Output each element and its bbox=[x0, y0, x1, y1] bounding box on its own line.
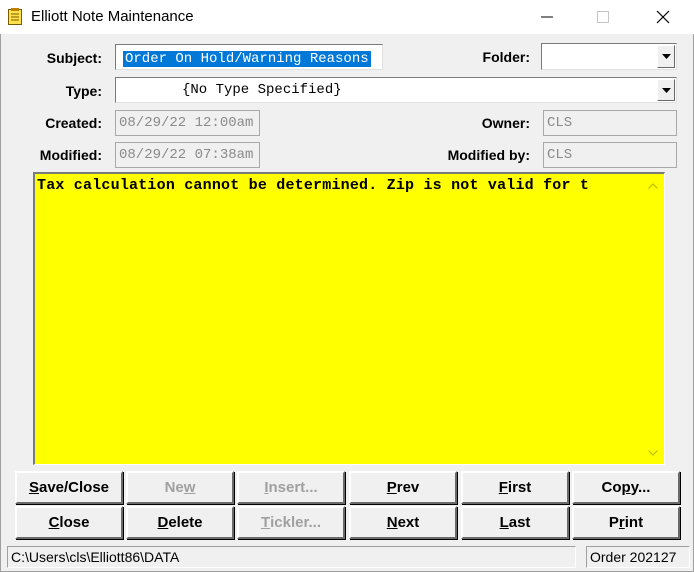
type-dropdown-button[interactable] bbox=[657, 79, 675, 101]
button-label-part: ext bbox=[397, 514, 420, 531]
subject-label: Subject: bbox=[46, 50, 102, 66]
modified-by-label: Modified by: bbox=[447, 147, 530, 163]
maximize-icon bbox=[597, 11, 609, 23]
note-scrollbar[interactable] bbox=[642, 174, 664, 464]
close-window-button[interactable] bbox=[640, 0, 686, 34]
button-label-accelerator: F bbox=[498, 479, 508, 496]
button-label-part: rev bbox=[396, 479, 420, 496]
owner-value: CLS bbox=[547, 115, 573, 131]
button-label-accelerator: N bbox=[386, 514, 398, 531]
modified-label: Modified: bbox=[39, 147, 102, 163]
button-label-accelerator: S bbox=[28, 479, 39, 496]
button-label-accelerator: C bbox=[48, 514, 60, 531]
chevron-down-icon[interactable] bbox=[648, 450, 658, 456]
folder-label: Folder: bbox=[482, 49, 530, 65]
note-text: Tax calculation cannot be determined. Zi… bbox=[37, 177, 590, 194]
button-label-part: elete bbox=[168, 514, 203, 531]
button-label-part: nsert... bbox=[268, 479, 318, 496]
delete-button[interactable]: Delete bbox=[126, 506, 234, 539]
type-select[interactable]: {No Type Specified} bbox=[115, 77, 677, 103]
created-field: 08/29/22 12:00am bbox=[115, 110, 260, 136]
close-button[interactable]: Close bbox=[15, 506, 123, 539]
status-path: C:\Users\cls\Elliott86\DATA bbox=[7, 546, 576, 568]
chevron-down-icon bbox=[661, 87, 671, 93]
created-value: 08/29/22 12:00am bbox=[119, 115, 254, 131]
modified-field: 08/29/22 07:38am bbox=[115, 142, 260, 168]
owner-field: CLS bbox=[543, 110, 677, 136]
owner-label: Owner: bbox=[481, 115, 530, 131]
subject-input[interactable]: Order On Hold/Warning Reasons bbox=[115, 44, 383, 70]
chevron-down-icon bbox=[661, 54, 671, 59]
type-value: {No Type Specified} bbox=[182, 82, 342, 98]
copy-button[interactable]: Co p y... bbox=[572, 471, 680, 504]
last-button[interactable]: Last bbox=[461, 506, 569, 539]
new-button[interactable]: Ne w bbox=[126, 471, 234, 504]
prev-button[interactable]: Prev bbox=[349, 471, 457, 504]
button-label-part: Co bbox=[601, 479, 622, 496]
button-label-part: Ne bbox=[164, 479, 184, 496]
button-label-part: ast bbox=[508, 514, 531, 531]
note-textarea[interactable]: Tax calculation cannot be determined. Zi… bbox=[33, 172, 665, 465]
insert-button[interactable]: Insert... bbox=[237, 471, 345, 504]
subject-value: Order On Hold/Warning Reasons bbox=[123, 51, 371, 67]
window-title: Elliott Note Maintenance bbox=[31, 8, 194, 25]
folder-select[interactable] bbox=[541, 43, 677, 70]
button-label-part: ave/Close bbox=[38, 479, 110, 496]
chevron-up-icon[interactable] bbox=[648, 183, 658, 189]
button-label-part: lose bbox=[59, 514, 90, 531]
status-order: Order 202127 bbox=[586, 546, 690, 568]
type-label: Type: bbox=[65, 83, 102, 99]
note-icon bbox=[8, 8, 22, 25]
close-icon bbox=[656, 10, 670, 24]
button-label-part: y... bbox=[630, 479, 651, 496]
button-label-part: P bbox=[608, 514, 619, 531]
button-label-accelerator: P bbox=[386, 479, 397, 496]
title-bar: Elliott Note Maintenance bbox=[0, 0, 694, 34]
modified-by-value: CLS bbox=[547, 147, 573, 163]
button-label-accelerator: p bbox=[621, 479, 631, 496]
button-label-part: irst bbox=[507, 479, 532, 496]
minimize-icon bbox=[541, 16, 553, 18]
button-label-accelerator: D bbox=[157, 514, 169, 531]
button-label-accelerator: T bbox=[260, 514, 271, 531]
button-label-accelerator: L bbox=[499, 514, 509, 531]
modified-by-field: CLS bbox=[543, 142, 677, 168]
tickler-button[interactable]: Tickler... bbox=[237, 506, 345, 539]
button-label-part: ickler... bbox=[270, 514, 322, 531]
modified-value: 08/29/22 07:38am bbox=[119, 147, 254, 163]
first-button[interactable]: First bbox=[461, 471, 569, 504]
button-label-part: int bbox=[624, 514, 644, 531]
button-label-accelerator: w bbox=[183, 479, 196, 496]
print-button[interactable]: Pr int bbox=[572, 506, 680, 539]
save-close-button[interactable]: Save/Close bbox=[15, 471, 123, 504]
folder-dropdown-button[interactable] bbox=[657, 45, 675, 68]
maximize-button[interactable] bbox=[580, 0, 626, 34]
created-label: Created: bbox=[45, 115, 102, 131]
next-button[interactable]: Next bbox=[349, 506, 457, 539]
minimize-button[interactable] bbox=[524, 0, 570, 34]
